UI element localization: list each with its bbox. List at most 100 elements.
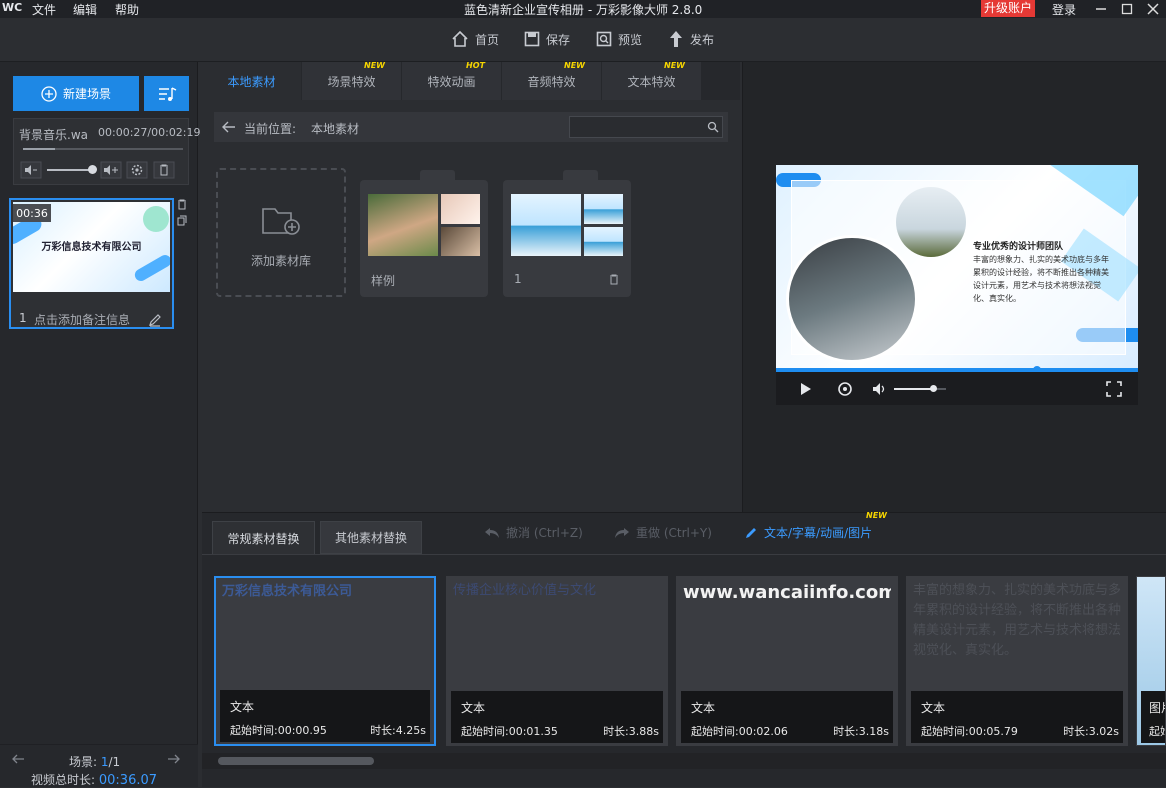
undo-label: 撤消 (Ctrl+Z) — [506, 526, 583, 540]
preview-volume-handle[interactable] — [930, 385, 937, 392]
fullscreen-icon[interactable] — [1106, 381, 1122, 397]
preview-button[interactable]: 预览 — [596, 27, 642, 51]
save-icon — [524, 31, 540, 47]
save-label: 保存 — [546, 32, 571, 47]
volume-down-icon[interactable] — [20, 161, 42, 179]
tab-label: 文本特效 — [627, 74, 676, 89]
horizontal-scrollbar[interactable] — [202, 753, 1166, 769]
trash-icon[interactable] — [153, 161, 175, 179]
tile-duration: 时长:3.02s — [1063, 725, 1119, 738]
scene-thumbnail-title: 万彩信息技术有限公司 — [41, 242, 142, 253]
publish-button[interactable]: 发布 — [668, 27, 714, 51]
search-icon[interactable] — [707, 121, 719, 133]
next-scene-arrow-icon[interactable] — [167, 754, 181, 764]
location-bar: 当前位置: 本地素材 — [214, 112, 728, 142]
home-button[interactable]: 首页 — [451, 27, 499, 51]
add-circle-icon — [41, 85, 57, 102]
replace-tile-1[interactable]: 万彩信息技术有限公司 文本 起始时间:00:00.95 时长:4.25s — [214, 576, 436, 746]
add-library-button[interactable]: 添加素材库 — [216, 168, 346, 297]
folder-samples[interactable]: 样例 — [360, 170, 488, 297]
sample-image-buildings — [584, 194, 623, 224]
delete-scene-icon[interactable] — [177, 199, 187, 210]
music-list-button[interactable] — [144, 76, 189, 111]
folder-tab — [420, 170, 455, 182]
sample-image-buildings — [511, 194, 581, 256]
thumb-deco — [132, 252, 170, 284]
sample-photo-child — [368, 194, 438, 256]
tile-duration: 时长:3.88s — [603, 725, 659, 738]
folder-1-label: 1 — [514, 272, 522, 286]
scene-pager-label: 场景: — [69, 755, 98, 769]
volume-slider-handle[interactable] — [88, 165, 97, 174]
tile-duration: 时长:3.18s — [833, 725, 889, 738]
prev-scene-arrow-icon[interactable] — [11, 754, 25, 764]
scrollbar-thumb[interactable] — [218, 757, 374, 765]
tile-preview-text: 传播企业核心价值与文化 — [453, 583, 597, 598]
scene-pager: 场景: 1/1 视频总时长: 00:36.07 — [0, 744, 198, 788]
tab-effect-animation[interactable]: 特效动画 HOT — [402, 61, 502, 100]
minimize-icon[interactable] — [1095, 4, 1107, 14]
back-arrow-icon[interactable] — [222, 121, 236, 133]
redo-button[interactable]: 重做 (Ctrl+Y) — [614, 524, 712, 541]
music-progress-track[interactable] — [23, 148, 183, 150]
replace-tile-5[interactable]: 图片 起始 — [1136, 576, 1166, 746]
tab-other-replace[interactable]: 其他素材替换 — [320, 521, 422, 554]
menu-help[interactable]: 帮助 — [115, 1, 139, 18]
replace-tile-3[interactable]: www.wancaiinfo.com 文本 起始时间:00:02.06 时长:3… — [676, 576, 898, 746]
save-button[interactable]: 保存 — [524, 27, 570, 51]
publish-label: 发布 — [690, 32, 715, 47]
login-link[interactable]: 登录 — [1052, 1, 1076, 18]
search-input[interactable] — [569, 116, 723, 138]
tab-audio-effects[interactable]: 音频特效 NEW — [502, 61, 602, 100]
tile-preview-text: www.wancaiinfo.com — [683, 583, 891, 603]
gear-icon[interactable] — [126, 161, 148, 179]
thumb-deco — [143, 206, 169, 232]
home-label: 首页 — [475, 32, 500, 47]
play-icon[interactable] — [800, 382, 812, 396]
new-badge: NEW — [364, 61, 385, 70]
scene-note[interactable]: 点击添加备注信息 — [34, 311, 130, 328]
tile-footer: 文本 起始时间:00:02.06 时长:3.18s — [681, 691, 893, 743]
menu-file[interactable]: 文件 — [32, 1, 56, 18]
copy-scene-icon[interactable] — [177, 215, 187, 226]
scene-card[interactable]: 万彩信息技术有限公司 00:36 1 点击添加备注信息 — [9, 198, 174, 329]
new-scene-button[interactable]: 新建场景 — [13, 76, 139, 111]
folder-1[interactable]: 1 — [503, 170, 631, 297]
tile-footer: 图片 起始 — [1141, 691, 1165, 743]
tab-local-material[interactable]: 本地素材 — [202, 62, 302, 100]
volume-icon[interactable] — [871, 381, 887, 397]
text-subtitle-link[interactable]: 文本/字幕/动画/图片 — [744, 524, 872, 541]
tile-type: 图片 — [1149, 701, 1165, 715]
tab-scene-effects[interactable]: 场景特效 NEW — [302, 61, 402, 100]
hot-badge: HOT — [466, 61, 485, 70]
close-icon[interactable] — [1147, 3, 1159, 15]
tab-text-effects[interactable]: 文本特效 NEW — [602, 61, 702, 100]
tab-regular-replace[interactable]: 常规素材替换 — [212, 521, 315, 554]
volume-slider[interactable] — [47, 169, 92, 171]
preview-volume-track[interactable] — [894, 388, 946, 390]
restore-icon[interactable] — [1121, 3, 1133, 15]
replace-tile-2[interactable]: 传播企业核心价值与文化 文本 起始时间:00:01.35 时长:3.88s — [446, 576, 668, 746]
tile-type: 文本 — [230, 700, 255, 714]
trash-icon[interactable] — [609, 274, 619, 285]
upgrade-account-button[interactable]: 升级账户 — [981, 0, 1036, 17]
scene-number: 1 — [19, 311, 27, 325]
replay-icon[interactable] — [837, 381, 853, 397]
tile-type: 文本 — [921, 701, 946, 715]
tile-preview-text: 万彩信息技术有限公司 — [222, 584, 353, 599]
volume-up-icon[interactable] — [100, 161, 122, 179]
scene-pager-total: /1 — [108, 755, 121, 769]
title-bar: WC 文件 编辑 帮助 蓝色清新企业宣传相册 - 万彩影像大师 2.8.0 升级… — [0, 0, 1166, 18]
tile-start-time: 起始时间:00:05.79 — [921, 725, 1018, 738]
menu-edit[interactable]: 编辑 — [73, 1, 97, 18]
total-duration-label: 视频总时长: — [31, 773, 96, 787]
undo-button[interactable]: 撤消 (Ctrl+Z) — [484, 524, 583, 541]
app-logo: WC — [2, 1, 23, 14]
edit-icon[interactable] — [148, 313, 162, 327]
location-value: 本地素材 — [311, 122, 360, 136]
photo-circle-small — [896, 187, 966, 257]
replace-tile-4[interactable]: 丰富的想象力、扎实的美术功底与多年累积的设计经验，将不断推出各种精美设计元素，用… — [906, 576, 1128, 746]
tile-start-time: 起始 — [1149, 725, 1165, 738]
redo-label: 重做 (Ctrl+Y) — [636, 526, 712, 540]
preview-controls — [776, 372, 1138, 405]
